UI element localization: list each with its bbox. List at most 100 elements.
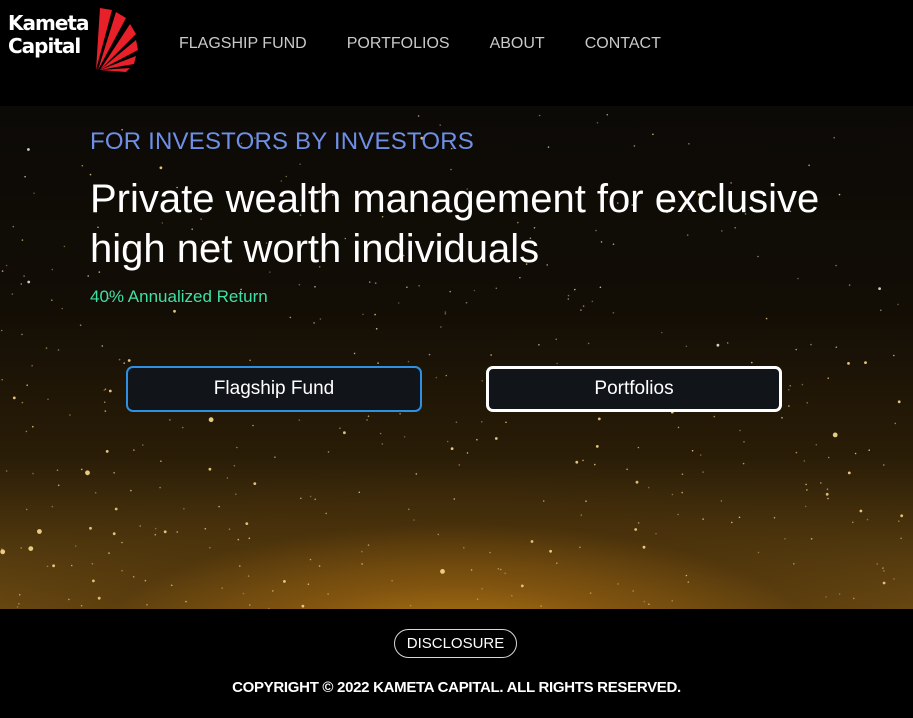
star-dot bbox=[453, 498, 456, 500]
star-dot bbox=[542, 500, 545, 502]
star-dot bbox=[876, 563, 878, 565]
portfolios-button[interactable]: Portfolios bbox=[486, 366, 782, 412]
star-dot bbox=[428, 353, 431, 356]
star-dot bbox=[585, 500, 587, 503]
star-dot bbox=[139, 525, 141, 527]
star-dot bbox=[702, 471, 704, 473]
star-dot bbox=[1, 270, 4, 272]
logo-link[interactable]: Kameta Capital bbox=[8, 6, 138, 74]
star-dot bbox=[825, 492, 829, 496]
star-dot bbox=[490, 354, 492, 356]
star-dot bbox=[773, 516, 776, 519]
star-dot bbox=[37, 529, 42, 534]
star-dot bbox=[132, 576, 135, 578]
star-dot bbox=[319, 318, 322, 320]
star-dot bbox=[538, 344, 540, 346]
star-dot bbox=[108, 552, 110, 554]
star-dot bbox=[33, 192, 35, 194]
star-dot bbox=[413, 519, 415, 521]
star-dot bbox=[21, 239, 24, 241]
star-dot bbox=[803, 460, 806, 462]
star-dot bbox=[16, 606, 19, 608]
star-dot bbox=[274, 456, 276, 459]
site-header: Kameta Capital FLAGSHIP FUND PORTFOLIOS … bbox=[0, 0, 913, 106]
star-dot bbox=[489, 551, 491, 554]
star-dot bbox=[367, 544, 370, 546]
star-dot bbox=[253, 482, 257, 485]
star-dot bbox=[450, 447, 454, 450]
star-dot bbox=[804, 505, 807, 508]
star-dot bbox=[882, 567, 884, 569]
annualized-return-stat: 40% Annualized Return bbox=[90, 287, 268, 306]
star-dot bbox=[233, 464, 236, 467]
star-dot bbox=[309, 558, 312, 561]
star-dot bbox=[68, 598, 70, 601]
star-dot bbox=[353, 352, 356, 355]
star-dot bbox=[289, 316, 292, 319]
star-dot bbox=[208, 417, 214, 423]
nav-about[interactable]: ABOUT bbox=[490, 34, 545, 54]
star-dot bbox=[24, 175, 26, 178]
star-dot bbox=[314, 286, 316, 288]
nav-flagship-fund[interactable]: FLAGSHIP FUND bbox=[179, 34, 307, 54]
star-dot bbox=[497, 567, 500, 570]
star-dot bbox=[444, 311, 447, 313]
star-dot bbox=[606, 113, 609, 116]
flagship-fund-button[interactable]: Flagship Fund bbox=[126, 366, 422, 412]
star-dot bbox=[655, 532, 657, 535]
star-dot bbox=[504, 572, 507, 575]
nav-portfolios[interactable]: PORTFOLIOS bbox=[347, 34, 450, 54]
star-dot bbox=[677, 426, 680, 429]
star-dot bbox=[617, 583, 619, 585]
star-dot bbox=[32, 472, 34, 475]
star-dot bbox=[848, 284, 851, 286]
star-dot bbox=[104, 388, 107, 391]
star-dot bbox=[183, 508, 185, 510]
star-dot bbox=[343, 431, 346, 435]
star-dot bbox=[580, 514, 583, 516]
star-dot bbox=[25, 508, 28, 511]
star-dot bbox=[743, 441, 745, 443]
star-dot bbox=[595, 445, 599, 448]
star-dot bbox=[687, 581, 690, 583]
star-dot bbox=[859, 509, 863, 513]
star-dot bbox=[218, 505, 220, 508]
star-dot bbox=[1, 378, 3, 381]
star-dot bbox=[784, 538, 786, 540]
star-dot bbox=[299, 163, 301, 165]
star-dot bbox=[626, 468, 628, 471]
star-dot bbox=[455, 421, 458, 424]
star-dot bbox=[20, 283, 23, 285]
star-dot bbox=[92, 579, 95, 583]
star-dot bbox=[112, 532, 116, 536]
star-dot bbox=[634, 528, 638, 531]
star-dot bbox=[893, 354, 895, 357]
star-dot bbox=[69, 414, 71, 416]
star-dot bbox=[458, 464, 461, 466]
star-dot bbox=[661, 331, 663, 334]
star-dot bbox=[114, 507, 118, 511]
star-dot bbox=[406, 286, 408, 288]
star-dot bbox=[520, 584, 524, 588]
star-dot bbox=[91, 562, 94, 565]
star-dot bbox=[446, 440, 449, 443]
star-dot bbox=[375, 328, 378, 330]
star-dot bbox=[21, 333, 23, 336]
star-dot bbox=[827, 377, 829, 380]
star-dot bbox=[61, 307, 63, 310]
nav-contact[interactable]: CONTACT bbox=[585, 34, 661, 54]
star-dot bbox=[805, 483, 807, 486]
star-dot bbox=[691, 449, 694, 452]
star-dot bbox=[505, 421, 507, 424]
star-dot bbox=[249, 359, 251, 362]
star-dot bbox=[589, 592, 592, 594]
star-dot bbox=[476, 438, 478, 441]
disclosure-button[interactable]: DISCLOSURE bbox=[394, 629, 517, 658]
star-dot bbox=[133, 449, 135, 451]
star-dot bbox=[80, 468, 83, 471]
star-dot bbox=[765, 317, 768, 320]
star-dot bbox=[204, 527, 207, 530]
star-dot bbox=[57, 349, 60, 351]
star-dot bbox=[47, 398, 49, 401]
star-dot bbox=[18, 603, 20, 605]
